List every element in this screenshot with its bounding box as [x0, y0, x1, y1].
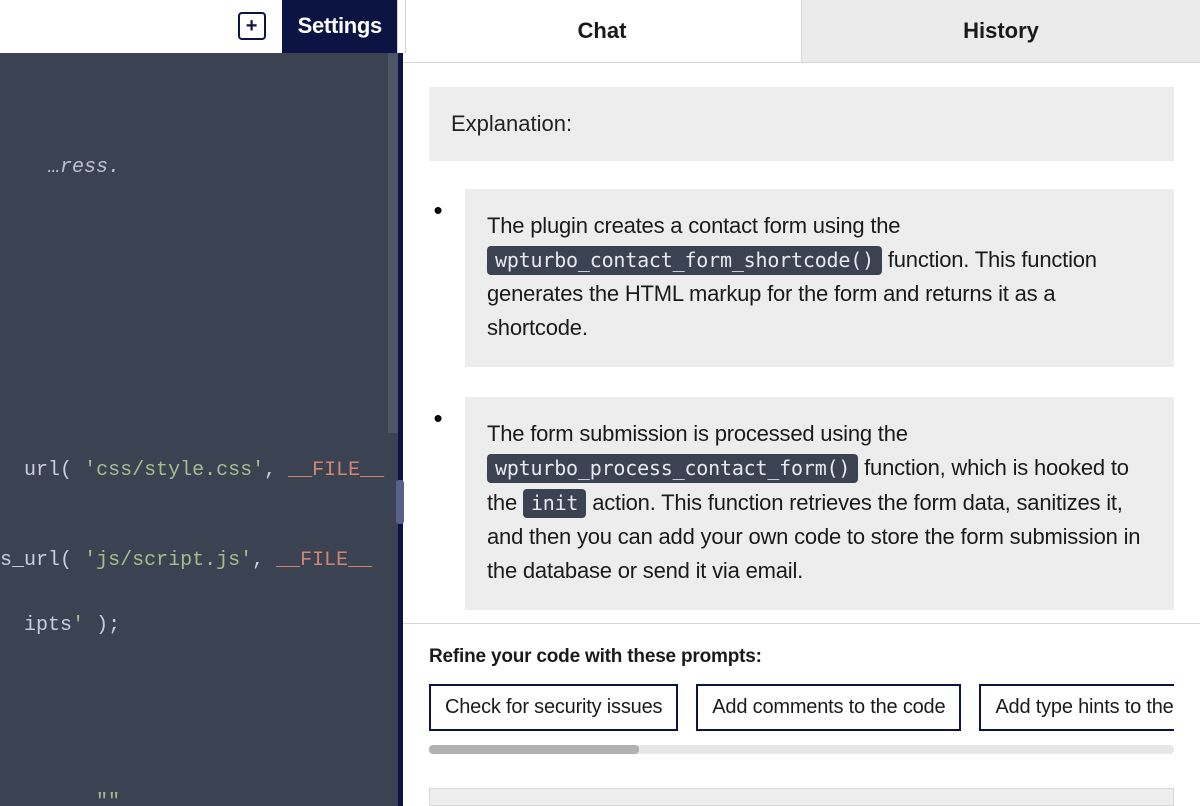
text: The plugin creates a contact form using …	[487, 213, 900, 238]
prompt-comments[interactable]: Add comments to the code	[696, 684, 961, 731]
code-line: url( 'css/style.css', __FILE__	[0, 456, 398, 486]
plus-icon: +	[246, 16, 258, 36]
code-token: wpturbo_contact_form_shortcode()	[487, 246, 882, 275]
code-line: s_url( 'js/script.js', __FILE__	[0, 546, 398, 576]
tab-history-label: History	[963, 18, 1039, 44]
scrollbar-thumb[interactable]	[429, 745, 639, 754]
code-vertical-scrollbar[interactable]	[388, 53, 398, 433]
editor-topbar: + Settings	[0, 0, 398, 53]
chat-pane: Chat History Explanation: • The plugin c…	[403, 0, 1200, 806]
refine-section: Refine your code with these prompts: Che…	[403, 623, 1200, 772]
code-token: init	[523, 489, 586, 518]
prompt-security[interactable]: Check for security issues	[429, 684, 678, 731]
settings-label: Settings	[298, 13, 382, 39]
explanation-heading: Explanation:	[429, 87, 1174, 161]
code-text: …ress.	[48, 156, 120, 179]
chat-tabbar: Chat History	[403, 0, 1200, 63]
code-line: ipts' );	[0, 611, 398, 641]
settings-button[interactable]: Settings	[282, 0, 398, 53]
prompt-row: Check for security issues Add comments t…	[429, 684, 1174, 731]
tab-history[interactable]: History	[802, 0, 1200, 62]
chat-body: Explanation: • The plugin creates a cont…	[403, 63, 1200, 625]
refine-label: Refine your code with these prompts:	[429, 646, 1174, 668]
bullet-icon: •	[429, 189, 447, 367]
prompt-horizontal-scrollbar[interactable]	[429, 745, 1174, 754]
explanation-heading-text: Explanation:	[451, 111, 572, 136]
explanation-item: • The plugin creates a contact form usin…	[429, 189, 1174, 367]
code-line: …ress.	[0, 153, 398, 183]
new-file-button[interactable]: +	[238, 12, 266, 40]
code-token: wpturbo_process_contact_form()	[487, 454, 858, 483]
explanation-item-text: The form submission is processed using t…	[465, 397, 1174, 609]
tab-chat-label: Chat	[578, 18, 627, 44]
explanation-item: • The form submission is processed using…	[429, 397, 1174, 609]
pane-resize-handle[interactable]	[398, 0, 403, 806]
explanation-item-text: The plugin creates a contact form using …	[465, 189, 1174, 367]
prompt-typehints[interactable]: Add type hints to the code	[979, 684, 1174, 731]
bullet-icon: •	[429, 397, 447, 609]
chat-input[interactable]	[429, 788, 1174, 806]
code-editor-pane: + Settings …ress. url( 'css/style.css', …	[0, 0, 398, 806]
code-area[interactable]: …ress. url( 'css/style.css', __FILE__ s_…	[0, 53, 398, 806]
text: The form submission is processed using t…	[487, 421, 908, 446]
code-line: ""	[0, 788, 398, 806]
tab-chat[interactable]: Chat	[403, 0, 802, 62]
